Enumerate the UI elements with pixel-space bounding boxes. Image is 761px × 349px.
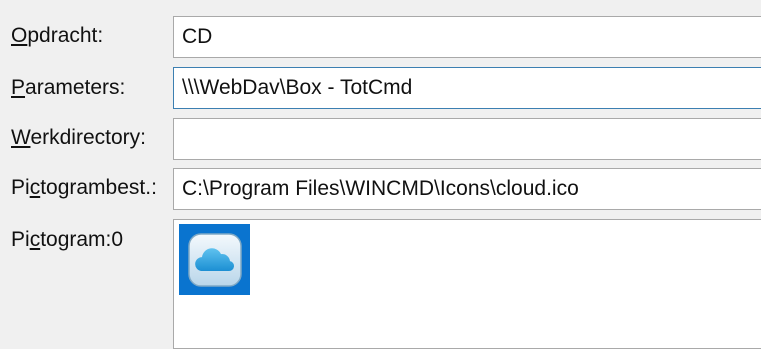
workdir-label: Werkdirectory: <box>11 126 146 149</box>
icon-list[interactable] <box>173 219 761 349</box>
iconfile-input[interactable]: C:\Program Files\WINCMD\Icons\cloud.ico <box>173 168 761 210</box>
parameters-label: Parameters: <box>11 76 126 99</box>
command-label: Opdracht: <box>11 24 104 47</box>
icon-label: Pictogram:0 <box>11 228 124 251</box>
parameters-input[interactable]: \\\WebDav\Box - TotCmd <box>173 67 761 109</box>
workdir-input[interactable] <box>173 118 761 160</box>
cloud-icon <box>187 232 242 287</box>
iconfile-label: Pictogrambest.: <box>11 176 157 199</box>
icon-list-item-selected[interactable] <box>179 224 250 295</box>
command-input[interactable]: CD <box>173 16 761 58</box>
